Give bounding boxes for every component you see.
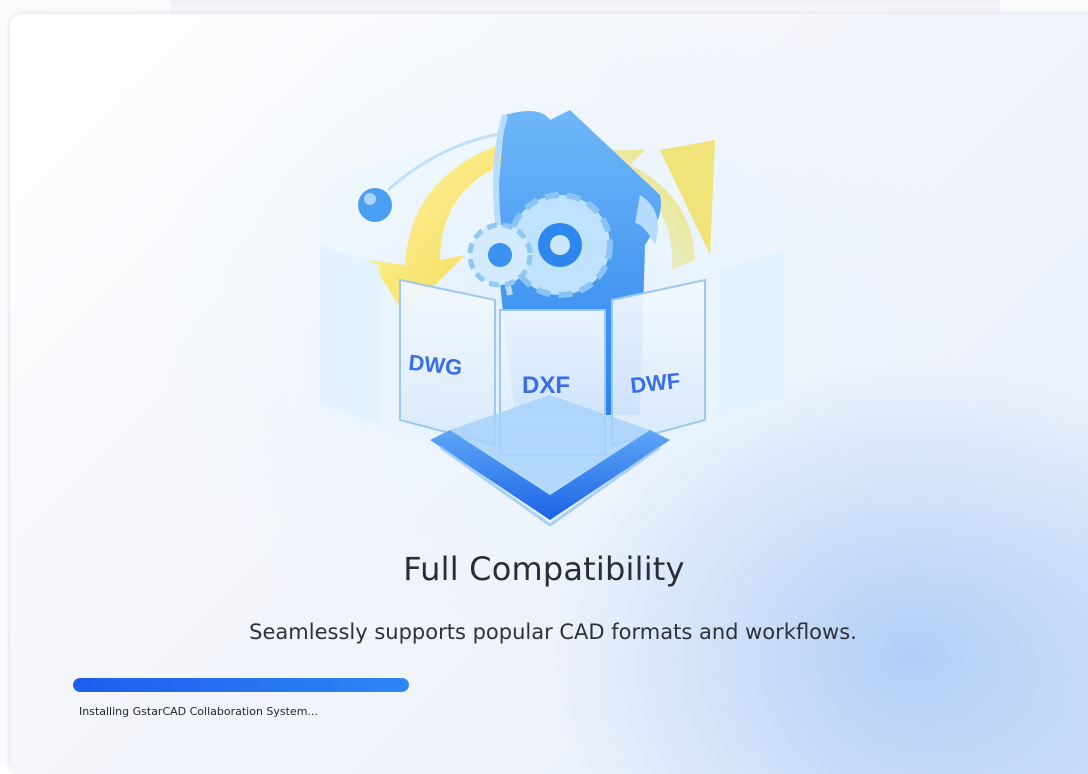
page-title: Full Compatibility: [403, 550, 685, 588]
compatibility-illustration: DWG DWF DXF: [315, 110, 785, 527]
format-label-dxf: DXF: [522, 372, 570, 399]
format-card-dwf: DWF: [611, 278, 706, 447]
install-progress-bar: [73, 678, 409, 692]
window-top-shadow: [170, 0, 1000, 14]
install-status-text: Installing GstarCAD Collaboration System…: [79, 705, 318, 718]
format-label-dwf: DWF: [629, 368, 681, 398]
page-subtitle: Seamlessly supports popular CAD formats …: [249, 620, 857, 644]
install-progress-fill: [73, 678, 409, 692]
gear-small-icon: [467, 222, 533, 288]
